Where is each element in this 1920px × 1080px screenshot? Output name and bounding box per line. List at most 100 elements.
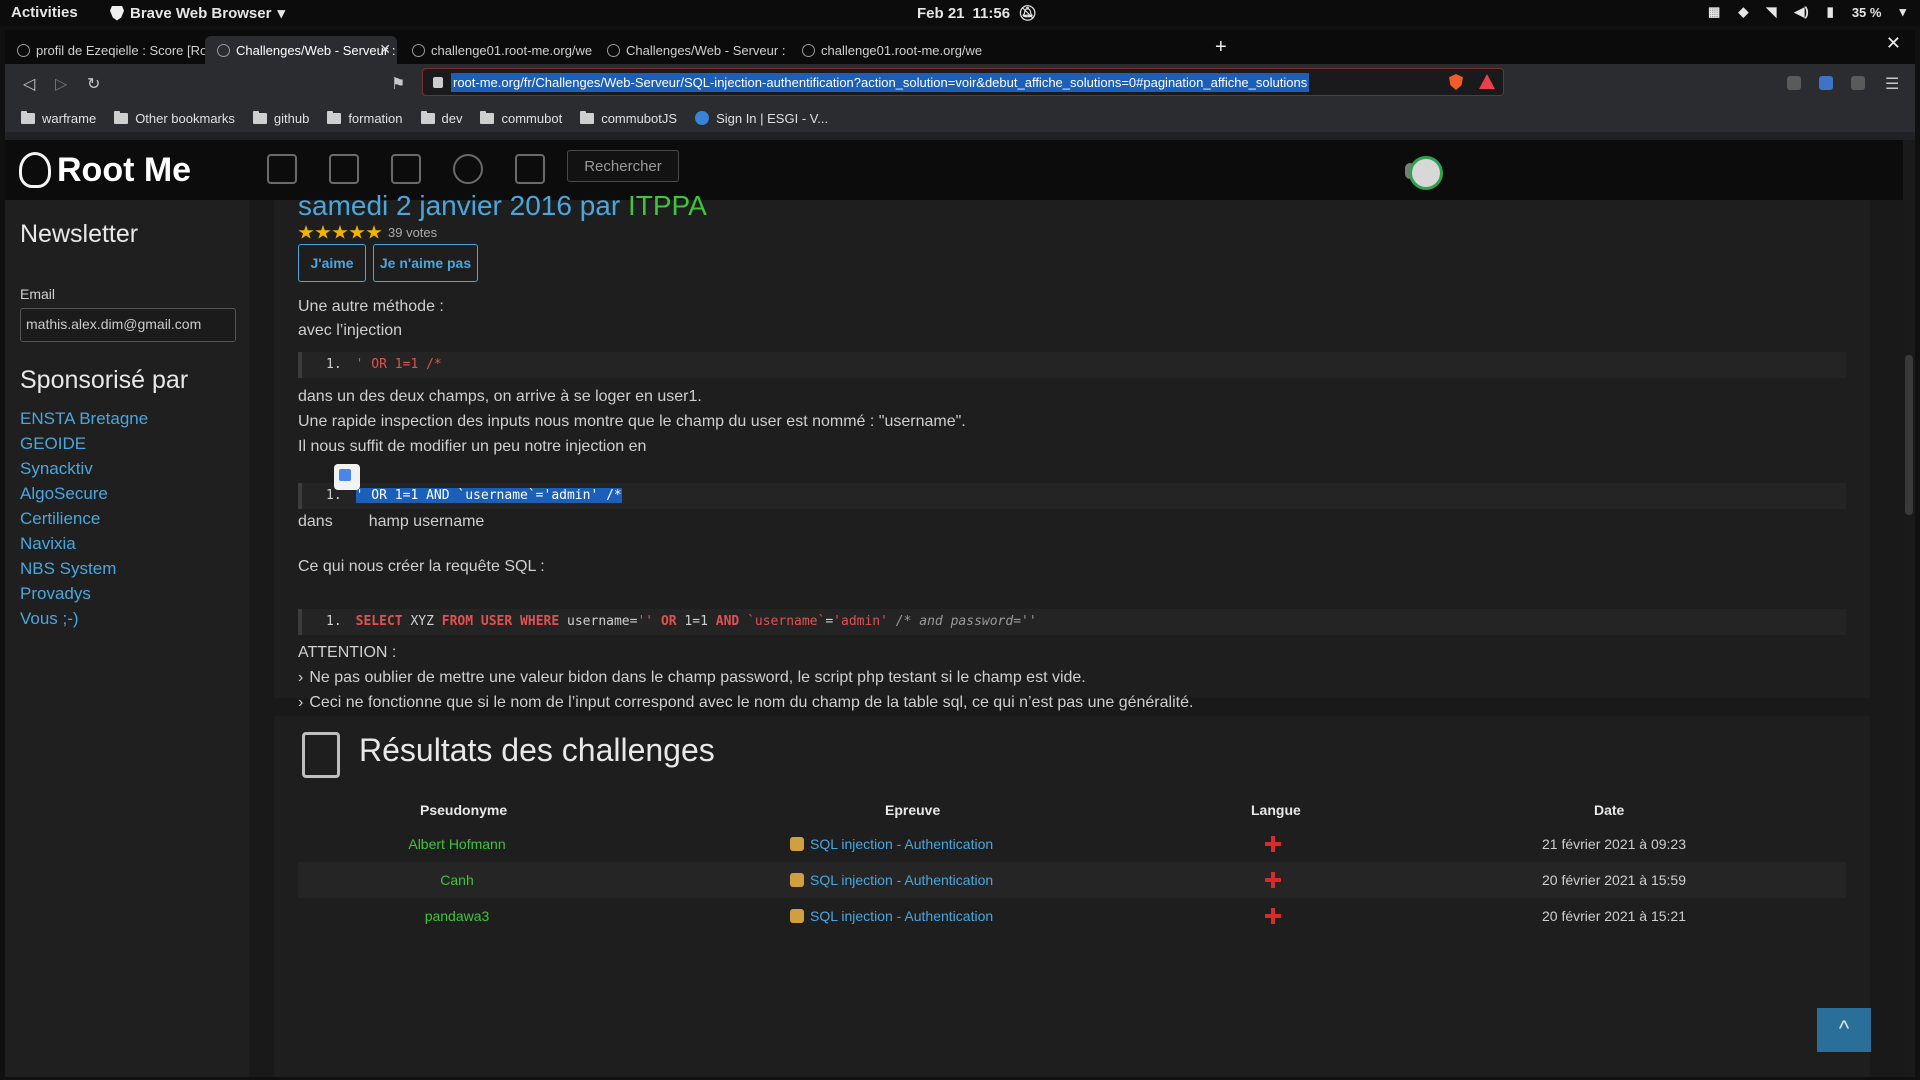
paragraph: Une autre méthode :: [298, 298, 444, 315]
menu-icon[interactable]: ☰: [1885, 74, 1899, 94]
challenge-icon: [790, 873, 804, 887]
pseudo-link[interactable]: pandawa3: [298, 908, 616, 924]
brave-rewards-icon[interactable]: [1479, 74, 1495, 89]
paragraph: avec l’injection: [298, 322, 403, 339]
page-scrollbar[interactable]: [1903, 140, 1915, 1077]
solution-date: samedi 2 janvier 2016 par: [298, 190, 628, 221]
challenge-link[interactable]: SQL injection - Authentication: [790, 908, 993, 924]
challenges-nav-icon[interactable]: [267, 154, 297, 184]
sponsor-link[interactable]: Certilience: [20, 506, 148, 531]
community-nav-icon[interactable]: [453, 154, 483, 184]
sponsor-link[interactable]: NBS System: [20, 556, 148, 581]
tab-profil[interactable]: profil de Ezeqielle : Score [Root Me: [5, 36, 205, 64]
avatar[interactable]: [1409, 156, 1443, 190]
pseudo-link[interactable]: Albert Hofmann: [298, 836, 616, 852]
address-bar[interactable]: root-me.org/fr/Challenges/Web-Serveur/SQ…: [422, 68, 1504, 96]
bullet-text: Ceci ne fonctionne que si le nom de l’in…: [309, 694, 1194, 711]
folder-icon: [327, 110, 342, 124]
line-number: 1.: [326, 357, 342, 372]
folder-icon: [252, 110, 267, 124]
browser-toolbar: ◁ ▷ ↻ ⚑ root-me.org/fr/Challenges/Web-Se…: [5, 64, 1915, 104]
sponsor-link[interactable]: Vous ;-): [20, 606, 148, 631]
brave-shields-icon[interactable]: [1449, 74, 1463, 90]
column-header: Langue: [1251, 802, 1301, 818]
rootme-favicon-icon: [17, 43, 30, 57]
challenge-link[interactable]: SQL injection - Authentication: [790, 872, 993, 888]
extension-glasses-icon[interactable]: [1787, 76, 1801, 90]
solution-author-link[interactable]: ITPPA: [628, 190, 707, 221]
forward-button[interactable]: ▷: [55, 74, 67, 94]
sponsor-link[interactable]: Navixia: [20, 531, 148, 556]
rootme-favicon-icon: [217, 43, 230, 57]
site-logo[interactable]: Root Me: [5, 140, 249, 200]
column-header: Date: [1594, 802, 1625, 818]
bookmark-esgi[interactable]: Sign In | ESGI - V...: [695, 111, 828, 126]
search-button[interactable]: Rechercher: [567, 150, 679, 182]
shop-cart-icon[interactable]: [515, 154, 545, 184]
star-icon: [366, 225, 382, 239]
tab-label: Challenges/Web - Serveur : PHP -: [626, 42, 787, 58]
bookmark-warframe[interactable]: warframe: [21, 110, 96, 126]
sponsor-link[interactable]: AlgoSecure: [20, 481, 148, 506]
sponsor-link[interactable]: Provadys: [20, 581, 148, 606]
close-tab-icon[interactable]: ✕: [379, 41, 391, 58]
selected-code-text[interactable]: ' OR 1=1 AND `username`='admin' /*: [355, 488, 622, 503]
sponsor-link[interactable]: ENSTA Bretagne: [20, 406, 148, 431]
url-text[interactable]: root-me.org/fr/Challenges/Web-Serveur/SQ…: [451, 72, 1310, 92]
scrollbar-thumb[interactable]: [1905, 355, 1913, 515]
sql-keyword: AND: [715, 614, 740, 629]
date-cell: 20 février 2021 à 15:59: [1542, 872, 1686, 888]
star-icon: [315, 225, 331, 239]
sql-keyword: SELECT: [355, 614, 403, 629]
challenge-link[interactable]: SQL injection - Authentication: [790, 836, 993, 852]
translate-popup-icon[interactable]: [334, 464, 360, 490]
tab-challenge01-a[interactable]: challenge01.root-me.org/web-ser: [400, 36, 592, 64]
sql-keyword: FROM: [441, 614, 474, 629]
bookmark-dev[interactable]: dev: [420, 110, 462, 126]
dislike-button[interactable]: Je n'aime pas: [373, 244, 478, 282]
paragraph: ATTENTION :: [298, 644, 397, 661]
bookmark-label: commubotJS: [601, 110, 678, 126]
tab-sql-injection[interactable]: Challenges/Web - Serveur : SQ ✕: [205, 36, 397, 64]
system-tray[interactable]: ▦ ◆ ◥ ◀) ▮ 35 % ▾: [1708, 4, 1906, 20]
dropbox-icon: ◆: [1738, 4, 1749, 19]
clock[interactable]: Feb 21 11:56 🔕︎: [917, 4, 1037, 23]
paragraph: Ce qui nous créer la requête SQL :: [298, 558, 545, 575]
table-row: Canh SQL injection - Authentication 20 f…: [298, 862, 1846, 898]
sql-comment: /* and password='': [895, 614, 1037, 629]
challenge-icon: [790, 837, 804, 851]
volume-icon: ◀): [1794, 4, 1809, 19]
bookmark-commubot[interactable]: commubot: [480, 110, 562, 126]
challenge-name: SQL injection - Authentication: [810, 872, 994, 888]
scroll-to-top-button[interactable]: ^: [1817, 1008, 1871, 1052]
new-tab-button[interactable]: +: [1215, 36, 1227, 59]
tab-php[interactable]: Challenges/Web - Serveur : PHP -: [595, 36, 787, 64]
window-close-button[interactable]: ✕: [1886, 33, 1901, 54]
back-button[interactable]: ◁: [23, 74, 35, 94]
tab-label: Challenges/Web - Serveur : SQ: [236, 42, 397, 58]
ctf-nav-icon[interactable]: [329, 154, 359, 184]
brave-lion-icon: [110, 5, 124, 21]
email-field[interactable]: mathis.alex.dim@gmail.com: [20, 308, 236, 342]
extensions-puzzle-icon[interactable]: [1851, 76, 1865, 90]
sidebar: Root Me Newsletter Email mathis.alex.dim…: [5, 140, 249, 1077]
docs-nav-icon[interactable]: [391, 154, 421, 184]
bookmark-github[interactable]: github: [252, 110, 309, 126]
bookmark-commubotjs[interactable]: commubotJS: [580, 110, 678, 126]
pseudo-link[interactable]: Canh: [298, 872, 616, 888]
tab-challenge01-b[interactable]: challenge01.root-me.org/web-ser: [790, 36, 982, 64]
bookmark-page-icon[interactable]: ⚑: [391, 74, 405, 94]
sponsor-link[interactable]: Synacktiv: [20, 456, 148, 481]
bookmark-other[interactable]: Other bookmarks: [114, 110, 235, 126]
clock-date: Feb 21: [917, 4, 965, 22]
app-menu[interactable]: Brave Web Browser ▾: [110, 4, 285, 22]
like-button[interactable]: J'aime: [298, 244, 366, 282]
activities-button[interactable]: Activities: [11, 4, 78, 21]
sponsor-link[interactable]: GEOIDE: [20, 431, 148, 456]
reload-button[interactable]: ↻: [87, 74, 100, 94]
translate-extension-icon[interactable]: [1819, 76, 1833, 90]
bookmark-formation[interactable]: formation: [327, 110, 403, 126]
code-text: XYZ: [402, 614, 442, 629]
